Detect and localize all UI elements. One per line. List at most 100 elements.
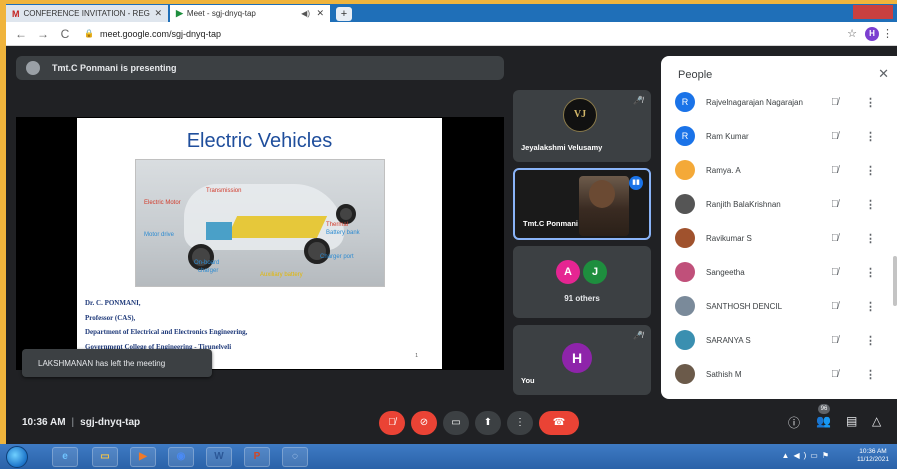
list-item[interactable]: Ramya. A 🎙̸ ⋮ (661, 153, 897, 187)
window-close-button[interactable] (853, 5, 893, 19)
meeting-code: sgj-dnyq-tap (80, 417, 141, 428)
app-icon[interactable]: ◌ (282, 447, 308, 467)
ie-icon[interactable]: e (52, 447, 78, 467)
more-options-icon[interactable]: ⋮ (865, 266, 876, 279)
windows-taskbar: e ▭ ▶ ◉ W P ◌ ▲◀)▭⚑ 10:36 AM 11/12/2021 (0, 444, 897, 469)
bookmark-star-icon[interactable]: ☆ (847, 27, 857, 40)
label-motor-drive: Motor drive (144, 232, 175, 238)
avatar: A (556, 260, 580, 284)
list-item[interactable]: SARANYA S 🎙̸ ⋮ (661, 323, 897, 357)
participant-tile-others[interactable]: A J 91 others (513, 246, 651, 318)
participant-name: Rajvelnagarajan Nagarajan (706, 97, 803, 107)
participant-tile-you[interactable]: 🎤̸ H You (513, 325, 651, 395)
forward-arrow-icon[interactable]: → (36, 27, 50, 41)
captions-button[interactable]: ▭ (443, 411, 469, 435)
activities-icon[interactable]: △ (872, 414, 881, 428)
label-aux-battery: Auxiliary battery (260, 272, 303, 278)
more-options-icon[interactable]: ⋮ (865, 96, 876, 109)
lock-icon[interactable]: 🔒 (84, 29, 94, 38)
profile-avatar[interactable]: H (865, 26, 879, 41)
more-options-icon[interactable]: ⋮ (865, 368, 876, 381)
speaker-icon[interactable]: ◀) (301, 9, 310, 18)
avatar: R (675, 92, 695, 112)
present-now-button[interactable]: ⬆ (475, 411, 501, 435)
participant-tile-ponmani[interactable]: ▮▮ Tmt.C Ponmani (513, 168, 651, 240)
mic-toggle-button[interactable]: 🎙̸ (379, 411, 405, 435)
new-tab-button[interactable]: + (336, 7, 352, 21)
more-options-icon[interactable]: ⋮ (865, 130, 876, 143)
chrome-icon[interactable]: ◉ (168, 447, 194, 467)
folder-icon[interactable]: ▭ (92, 447, 118, 467)
avatar (675, 364, 695, 384)
mic-off-icon: 🎙̸ (831, 300, 839, 312)
participant-name: You (521, 376, 535, 385)
meeting-details-icon[interactable]: ⓘ (788, 414, 800, 431)
avatar (675, 296, 695, 316)
credit-line: Dr. C. PONMANI, (85, 299, 141, 307)
avatar: H (562, 343, 592, 373)
meet-icon: ▶ (176, 8, 183, 18)
list-item[interactable]: Sangeetha 🎙̸ ⋮ (661, 255, 897, 289)
panel-scrollbar[interactable] (893, 256, 897, 306)
browser-menu-icon[interactable]: ⋮ (882, 27, 893, 40)
battery-shape (226, 216, 328, 238)
back-arrow-icon[interactable]: ← (14, 27, 28, 41)
participant-name: Ranjith BalaKrishnan (706, 199, 781, 209)
list-item[interactable]: Ravikumar S 🎙̸ ⋮ (661, 221, 897, 255)
wheel-shape (188, 244, 214, 270)
clock-time: 10:36 AM (859, 448, 887, 455)
more-options-icon[interactable]: ⋮ (865, 198, 876, 211)
more-options-icon[interactable]: ⋮ (865, 232, 876, 245)
media-player-icon[interactable]: ▶ (130, 447, 156, 467)
close-icon[interactable]: ✕ (154, 8, 162, 19)
tab-meet[interactable]: ▶ Meet - sgj-dnyq-tap ◀) ✕ (170, 5, 330, 22)
wheel-shape (304, 238, 330, 264)
start-button[interactable] (6, 446, 28, 468)
label-electric-motor: Electric Motor (144, 200, 181, 206)
leave-call-button[interactable]: ☎ (539, 411, 579, 435)
tab-conference-invitation[interactable]: M CONFERENCE INVITATION - REG ✕ (6, 5, 168, 22)
more-options-icon[interactable]: ⋮ (865, 334, 876, 347)
list-item[interactable]: Sathish M 🎙̸ ⋮ (661, 357, 897, 391)
more-options-icon[interactable]: ⋮ (865, 300, 876, 313)
powerpoint-icon[interactable]: P (244, 447, 270, 467)
label-charger: charger (198, 268, 219, 274)
tab-label: Meet - sgj-dnyq-tap (186, 9, 256, 18)
camera-face (589, 180, 615, 208)
meeting-control-bar: 10:36 AM | sgj-dnyq-tap 🎙̸ ⊘ ▭ ⬆ ⋮ ☎ ⓘ 👥 9… (6, 402, 897, 444)
mic-off-icon: 🎙̸ (831, 96, 839, 108)
avatar: R (675, 126, 695, 146)
camera-toggle-button[interactable]: ⊘ (411, 411, 437, 435)
chat-icon[interactable]: ▤ (846, 414, 857, 428)
presenting-text: Tmt.C Ponmani is presenting (52, 63, 177, 73)
panel-title: People (678, 69, 713, 81)
word-icon[interactable]: W (206, 447, 232, 467)
list-item[interactable]: SANTHOSH DENCIL 🎙̸ ⋮ (661, 289, 897, 323)
credit-line: Professor (CAS), (85, 313, 136, 322)
close-icon[interactable]: ✕ (316, 8, 324, 19)
reload-icon[interactable]: C (58, 27, 72, 41)
participant-name: SANTHOSH DENCIL (706, 301, 783, 311)
participant-tile-jeyalakshmi[interactable]: 🎤̸ VJ Jeyalakshmi Velusamy (513, 90, 651, 162)
list-item[interactable]: R Rajvelnagarajan Nagarajan 🎙̸ ⋮ (661, 85, 897, 119)
close-icon[interactable]: ✕ (878, 66, 889, 82)
label-transmission: Transmission (206, 188, 242, 194)
shared-slide: Electric Vehicles Transmission Electric … (77, 118, 442, 369)
participant-name: Ramya. A (706, 165, 741, 175)
list-item[interactable]: R Ram Kumar 🎙̸ ⋮ (661, 119, 897, 153)
participant-name: Ram Kumar (706, 131, 749, 141)
system-clock[interactable]: 10:36 AM 11/12/2021 (857, 448, 889, 464)
list-item[interactable]: Ranjith BalaKrishnan 🎙̸ ⋮ (661, 187, 897, 221)
system-tray-icons[interactable]: ▲◀)▭⚑ (782, 451, 833, 460)
ev-diagram-image: Transmission Electric Motor Motor drive … (135, 159, 385, 287)
participant-count-badge: 96 (818, 404, 830, 414)
address-bar: ← → C 🔒 meet.google.com/sgj-dnyq-tap ☆ H… (6, 22, 897, 46)
more-options-icon[interactable]: ⋮ (865, 164, 876, 177)
more-options-button[interactable]: ⋮ (507, 411, 533, 435)
avatar (675, 262, 695, 282)
participant-name: SARANYA S (706, 335, 751, 345)
people-icon[interactable]: 👥 (816, 414, 831, 428)
url-field[interactable]: meet.google.com/sgj-dnyq-tap (100, 29, 221, 39)
mic-off-icon: 🎤̸ (633, 331, 643, 340)
mic-off-icon: 🎙̸ (831, 130, 839, 142)
